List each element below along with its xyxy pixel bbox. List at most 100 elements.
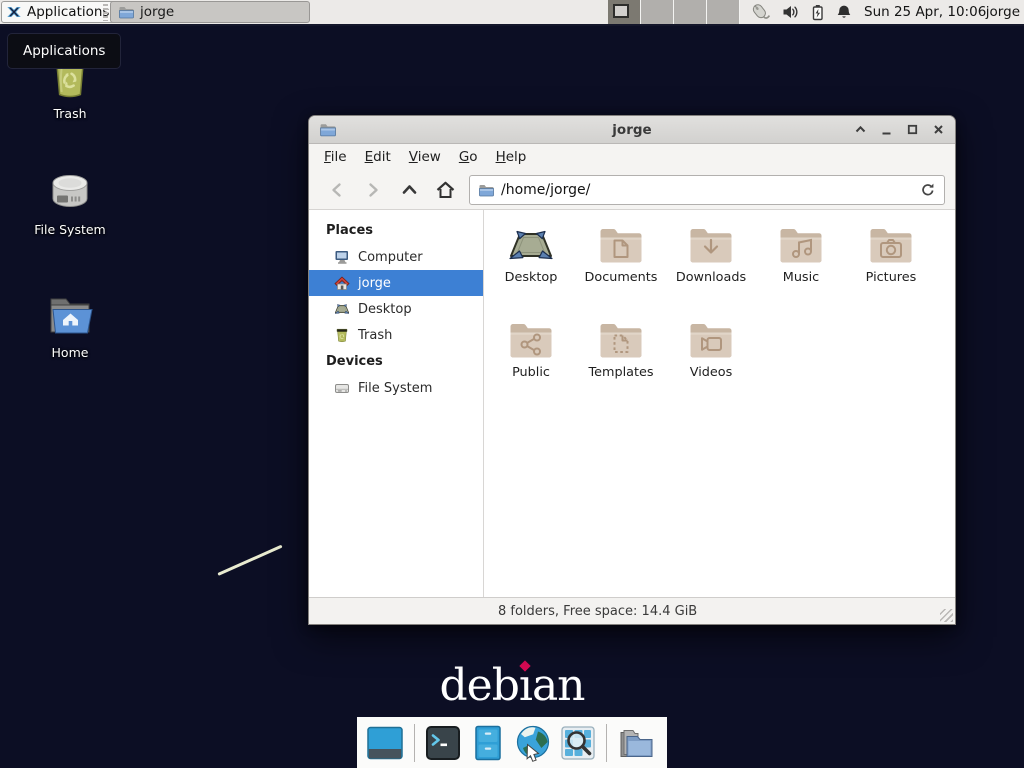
file-item-label: Templates xyxy=(588,365,653,380)
sidebar-header-places: Places xyxy=(309,217,483,244)
panel-clock[interactable]: Sun 25 Apr, 10:06 xyxy=(864,0,986,24)
taskbar-window-button[interactable]: jorge xyxy=(110,1,310,23)
folder-documents-icon xyxy=(597,225,645,265)
maximize-icon[interactable] xyxy=(906,123,919,136)
volume-icon[interactable] xyxy=(782,4,799,20)
menu-file[interactable]: File xyxy=(315,145,356,169)
file-item-pictures[interactable]: Pictures xyxy=(846,218,936,313)
resize-grip[interactable] xyxy=(940,609,953,622)
sidebar-header-devices: Devices xyxy=(309,348,483,375)
workspace-window-thumb xyxy=(613,4,629,18)
file-item-templates[interactable]: Templates xyxy=(576,313,666,408)
workspace-1[interactable] xyxy=(608,0,641,24)
sidebar-item-label: File System xyxy=(358,381,432,396)
sidebar-item-label: Computer xyxy=(358,250,423,265)
file-item-videos[interactable]: Videos xyxy=(666,313,756,408)
sidebar: Places Computer jorge xyxy=(309,210,484,597)
menubar: File Edit View Go Help xyxy=(309,144,955,170)
wallpaper-line-artifact xyxy=(217,545,282,576)
home-button[interactable] xyxy=(427,180,463,200)
home-icon xyxy=(435,180,456,200)
file-item-public[interactable]: Public xyxy=(486,313,576,408)
file-view[interactable]: Desktop Documents xyxy=(484,210,955,597)
back-button[interactable] xyxy=(319,181,355,199)
folder-public-icon xyxy=(507,320,555,360)
trash-icon xyxy=(334,327,350,343)
status-text: 8 folders, Free space: 14.4 GiB xyxy=(498,604,697,619)
file-item-label: Desktop xyxy=(505,270,558,285)
bottom-dock xyxy=(357,717,667,768)
folder-templates-icon xyxy=(597,320,645,360)
sidebar-item-label: jorge xyxy=(358,276,391,291)
up-icon xyxy=(400,181,419,199)
file-item-documents[interactable]: Documents xyxy=(576,218,666,313)
dock-separator xyxy=(414,724,415,762)
notifications-bell-icon[interactable] xyxy=(836,4,852,20)
folder-icon xyxy=(118,4,134,20)
mouse-icon[interactable] xyxy=(749,1,771,23)
file-item-label: Pictures xyxy=(866,270,917,285)
panel-handle[interactable] xyxy=(103,4,108,21)
menu-help[interactable]: Help xyxy=(487,145,536,169)
xfce-logo-icon xyxy=(6,4,22,20)
logo-text-deb: deb xyxy=(439,660,518,711)
path-text[interactable]: /home/jorge/ xyxy=(501,182,913,198)
top-panel: Applications jorge xyxy=(0,0,1024,26)
sidebar-item-trash[interactable]: Trash xyxy=(309,322,483,348)
menu-go[interactable]: Go xyxy=(450,145,487,169)
close-icon[interactable] xyxy=(932,123,945,136)
sidebar-item-computer[interactable]: Computer xyxy=(309,244,483,270)
folder-downloads-icon xyxy=(687,225,735,265)
system-tray xyxy=(749,0,852,24)
home-icon xyxy=(334,275,350,291)
desktop-icon-home[interactable]: Home xyxy=(20,291,120,360)
harddrive-icon xyxy=(334,380,350,396)
battery-charging-icon[interactable] xyxy=(810,4,825,21)
file-item-music[interactable]: Music xyxy=(756,218,846,313)
minimize-icon[interactable] xyxy=(880,123,893,136)
menu-edit[interactable]: Edit xyxy=(356,145,400,169)
desktop-icon xyxy=(334,302,350,316)
reload-icon[interactable] xyxy=(920,182,936,198)
terminal-icon[interactable] xyxy=(423,723,463,763)
up-button[interactable] xyxy=(391,181,427,199)
panel-username[interactable]: jorge xyxy=(986,0,1020,24)
window-controls xyxy=(854,123,945,136)
directory-menu-folder-icon[interactable] xyxy=(615,723,657,763)
menu-view[interactable]: View xyxy=(400,145,450,169)
workspace-4[interactable] xyxy=(707,0,740,24)
desktop-icon xyxy=(507,225,555,265)
desktop-icon-label: File System xyxy=(20,222,120,237)
file-item-downloads[interactable]: Downloads xyxy=(666,218,756,313)
app-finder-icon[interactable] xyxy=(558,723,598,763)
workspace-3[interactable] xyxy=(674,0,707,24)
forward-button[interactable] xyxy=(355,181,391,199)
statusbar: 8 folders, Free space: 14.4 GiB xyxy=(309,597,955,624)
sidebar-item-jorge[interactable]: jorge xyxy=(309,270,483,296)
folder-videos-icon xyxy=(687,320,735,360)
desktop-icon-filesystem[interactable]: File System xyxy=(20,168,120,237)
logo-text-an: an xyxy=(532,660,585,711)
harddrive-icon xyxy=(46,168,94,216)
show-desktop-icon[interactable] xyxy=(364,723,406,763)
computer-icon xyxy=(334,249,350,265)
window-titlebar[interactable]: jorge xyxy=(309,116,955,144)
desktop-icon-label: Home xyxy=(20,345,120,360)
file-cabinet-icon[interactable] xyxy=(468,723,508,763)
taskbar-window-label: jorge xyxy=(140,4,174,20)
applications-menu-label: Applications xyxy=(27,4,109,20)
file-item-desktop[interactable]: Desktop xyxy=(486,218,576,313)
debian-wallpaper-logo: debıan xyxy=(0,660,1024,711)
folder-grid: Desktop Documents xyxy=(484,210,936,408)
toolbar: /home/jorge/ xyxy=(309,170,955,210)
sidebar-item-label: Desktop xyxy=(358,302,412,317)
shade-icon[interactable] xyxy=(854,123,867,136)
path-bar[interactable]: /home/jorge/ xyxy=(469,175,945,205)
applications-menu-button[interactable]: Applications xyxy=(1,1,118,23)
sidebar-item-filesystem[interactable]: File System xyxy=(309,375,483,401)
web-browser-globe-icon[interactable] xyxy=(513,723,553,763)
desktop-icon-label: Trash xyxy=(20,106,120,121)
file-item-label: Music xyxy=(783,270,819,285)
workspace-2[interactable] xyxy=(641,0,674,24)
sidebar-item-desktop[interactable]: Desktop xyxy=(309,296,483,322)
